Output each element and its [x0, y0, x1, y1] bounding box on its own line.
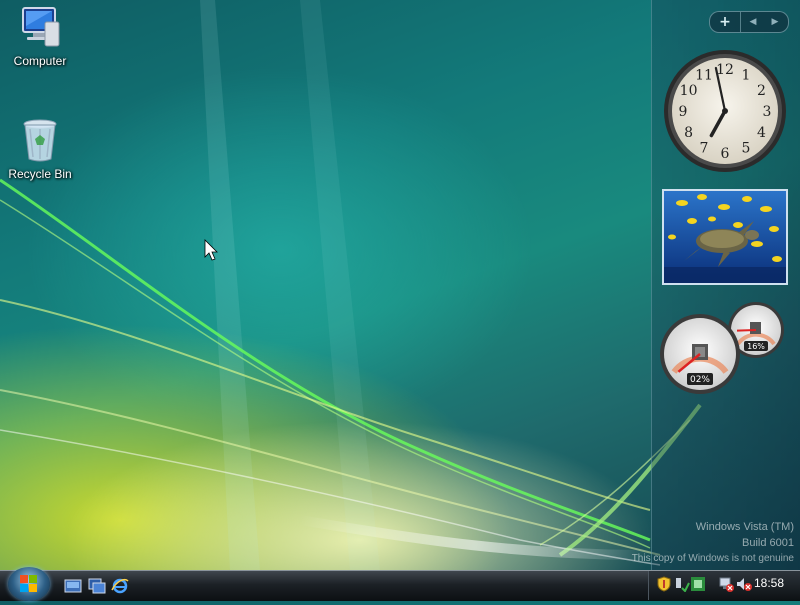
volume-muted-icon[interactable]: [736, 576, 752, 592]
network-status-icon[interactable]: [674, 576, 690, 592]
clock-numeral: 1: [742, 68, 751, 84]
switch-windows-icon[interactable]: [88, 578, 106, 594]
clock-numeral: 3: [763, 104, 772, 120]
next-page-button[interactable]: ▶: [764, 12, 786, 32]
memory-chip-icon: [750, 322, 761, 334]
desktop-icon-label: Computer: [13, 54, 67, 68]
sidebar-controls: + ◀ ▶: [709, 11, 789, 33]
cpu-usage-label: 02%: [690, 375, 710, 385]
clock-numeral: 9: [679, 104, 688, 120]
clock-numeral: 8: [684, 125, 693, 141]
show-desktop-icon[interactable]: [64, 578, 82, 594]
add-gadget-button[interactable]: +: [710, 12, 741, 32]
desktop-icon-label: Recycle Bin: [8, 167, 72, 181]
watermark-line-2: Build 6001: [742, 537, 794, 549]
clock-numeral: 12: [716, 62, 734, 78]
antivirus-icon[interactable]: [690, 576, 706, 592]
recycle-bin-icon: [23, 119, 57, 162]
clock-numeral: 7: [700, 140, 709, 156]
previous-page-button[interactable]: ◀: [742, 12, 764, 32]
desktop-icon-computer[interactable]: Computer: [0, 4, 80, 68]
clock-numeral: 2: [757, 83, 766, 99]
start-button[interactable]: [8, 567, 50, 601]
computer-icon: [22, 7, 60, 47]
internet-explorer-icon[interactable]: [111, 578, 129, 594]
clock-numeral: 11: [695, 68, 713, 84]
taskbar-clock[interactable]: 18:58: [754, 576, 784, 590]
clock-numeral: 6: [721, 146, 730, 162]
network-disconnected-icon[interactable]: [718, 576, 734, 592]
clock-numeral: 10: [680, 83, 698, 99]
watermark-line-3: This copy of Windows is not genuine: [631, 553, 794, 564]
security-shield-icon[interactable]: [656, 576, 672, 592]
memory-usage-label: 16%: [747, 342, 765, 351]
desktop-icon-recycle-bin[interactable]: Recycle Bin: [0, 117, 80, 181]
slideshow-gadget[interactable]: [662, 189, 788, 285]
watermark-line-1: Windows Vista (TM): [695, 521, 794, 533]
clock-numeral: 4: [757, 125, 766, 141]
cpu-meter-gadget[interactable]: 16% 02%: [660, 300, 788, 396]
clock-gadget[interactable]: 12 12 3 45678 9 1011: [662, 48, 788, 174]
clock-numeral: 5: [742, 140, 751, 156]
windows-logo-icon: [20, 575, 37, 592]
